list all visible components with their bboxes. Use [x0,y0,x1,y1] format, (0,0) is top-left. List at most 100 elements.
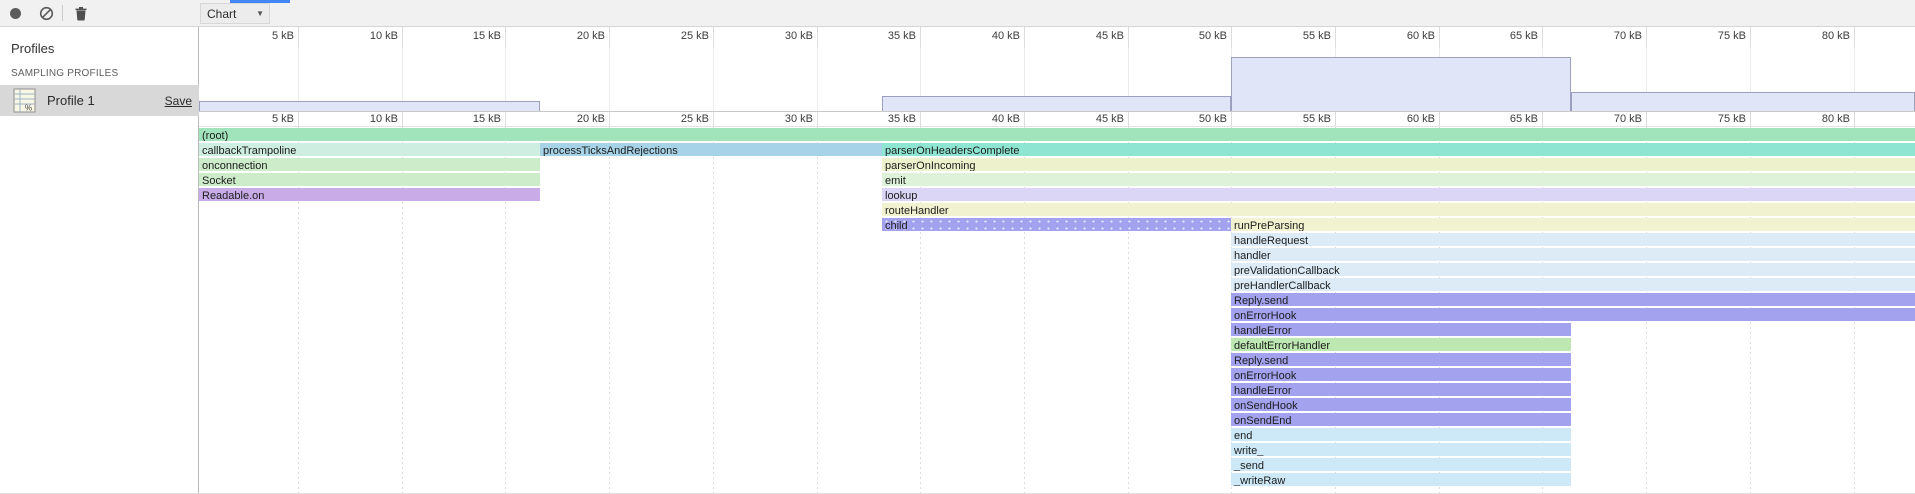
flame-bar-label: write_ [1231,445,1263,456]
ruler-gridline [1750,27,1751,48]
save-link[interactable]: Save [165,94,192,108]
flame-bar-socket[interactable]: Socket [199,173,540,186]
flame-bar-write[interactable]: write_ [1231,443,1571,456]
flame-bar-readable-on[interactable]: Readable.on [199,188,540,201]
ruler-gridline [1646,27,1647,48]
ruler-tick-label: 75 kB [1690,113,1746,125]
flame-bar-root[interactable]: (root) [199,128,1915,141]
flame-bar-label: Socket [199,175,236,186]
flame-bar-callbacktrampoline[interactable]: callbackTrampoline [199,143,540,156]
flame-bar-parseronincoming[interactable]: parserOnIncoming [882,158,1915,171]
flame-bar-reply-send[interactable]: Reply.send [1231,353,1571,366]
ruler-gridline [1128,27,1129,48]
flame-bar-end[interactable]: end [1231,428,1571,441]
flame-bar-label: preHandlerCallback [1231,280,1331,291]
ruler-gridline [1646,112,1647,126]
flame-bar-onsendhook[interactable]: onSendHook [1231,398,1571,411]
trash-icon[interactable] [72,5,89,22]
ruler-tick-label: 70 kB [1586,113,1642,125]
flame-bar-label: handleError [1231,385,1291,396]
flame-gridline [713,127,714,493]
ruler-tick-label: 30 kB [757,30,813,42]
flame-bar-label: routeHandler [882,205,949,216]
view-mode-select[interactable]: Chart ▼ [200,3,270,24]
ruler-tick-label: 65 kB [1482,113,1538,125]
flame-bar-child[interactable]: child [882,218,1231,231]
overview-step[interactable] [1571,92,1915,111]
ruler-gridline [298,112,299,126]
overview-step[interactable] [882,96,1231,111]
flame-bar-label: onSendHook [1231,400,1298,411]
ruler-tick-label: 55 kB [1275,113,1331,125]
ruler-gridline [1335,112,1336,126]
ruler-tick-label: 40 kB [964,30,1020,42]
flame-bar-runpreparsing[interactable]: runPreParsing [1231,218,1915,231]
flame-bar-label: parserOnHeadersComplete [882,145,1020,156]
ruler-tick-label: 25 kB [653,30,709,42]
ruler-tick-label: 5 kB [238,113,294,125]
clear-icon[interactable] [38,5,55,22]
flame-bar-handleerror[interactable]: handleError [1231,323,1571,336]
flame-bar-label: _send [1231,460,1264,471]
memory-ruler-top: 5 kB10 kB15 kB20 kB25 kB30 kB35 kB40 kB4… [199,27,1915,48]
flame-bar-reply-send[interactable]: Reply.send [1231,293,1915,306]
overview-step[interactable] [199,101,540,111]
ruler-gridline [1335,27,1336,48]
sidebar-title: Profiles [11,41,54,56]
flame-bar-handlerequest[interactable]: handleRequest [1231,233,1915,246]
flame-bar-label: Readable.on [199,190,264,201]
overview-gridline [609,48,610,111]
flame-bar-handler[interactable]: handler [1231,248,1915,261]
profile-item[interactable]: % Profile 1 Save [0,85,199,116]
flame-bar-prevalidationcallback[interactable]: preValidationCallback [1231,263,1915,276]
overview-step[interactable] [1231,57,1571,111]
flame-bar-prehandlercallback[interactable]: preHandlerCallback [1231,278,1915,291]
flame-bar-label: processTicksAndRejections [540,145,678,156]
flame-bar-routehandler[interactable]: routeHandler [882,203,1915,216]
ruler-tick-label: 80 kB [1794,113,1850,125]
overview-gridline [817,48,818,111]
flame-bar-onerrorhook[interactable]: onErrorHook [1231,308,1915,321]
profiler-window: Chart ▼ Profiles SAMPLING PROFILES % Pro… [0,0,1915,494]
ruler-gridline [1542,112,1543,126]
toolbar: Chart ▼ [0,0,1915,27]
ruler-tick-label: 15 kB [445,113,501,125]
ruler-gridline [817,112,818,126]
ruler-tick-label: 50 kB [1171,30,1227,42]
ruler-tick-label: 60 kB [1379,113,1435,125]
flame-bar-label: onErrorHook [1231,370,1296,381]
flame-chart-pane: 5 kB10 kB15 kB20 kB25 kB30 kB35 kB40 kB4… [199,27,1915,493]
ruler-gridline [609,27,610,48]
ruler-tick-label: 10 kB [342,30,398,42]
record-icon[interactable] [7,5,24,22]
toolbar-separator [62,5,63,21]
flame-bar-parseronheaderscomplete[interactable]: parserOnHeadersComplete [882,143,1915,156]
flame-bar-onsendend[interactable]: onSendEnd [1231,413,1571,426]
ruler-gridline [1128,112,1129,126]
ruler-tick-label: 25 kB [653,113,709,125]
allocation-overview[interactable] [199,48,1915,112]
ruler-gridline [1750,112,1751,126]
flame-bar-processticksandrejections[interactable]: processTicksAndRejections [540,143,882,156]
flame-bar-defaulterrorhandler[interactable]: defaultErrorHandler [1231,338,1571,351]
flame-bar-label: onconnection [199,160,267,171]
flame-bar-label: runPreParsing [1231,220,1304,231]
flame-bar-handleerror[interactable]: handleError [1231,383,1571,396]
flame-bar-label: onErrorHook [1231,310,1296,321]
flame-bar-onerrorhook[interactable]: onErrorHook [1231,368,1571,381]
ruler-gridline [920,112,921,126]
ruler-gridline [298,27,299,48]
sidebar: Profiles SAMPLING PROFILES % Profile 1 S… [0,27,199,493]
ruler-tick-label: 35 kB [860,30,916,42]
flame-bar-lookup[interactable]: lookup [882,188,1915,201]
flame-bar-send[interactable]: _send [1231,458,1571,471]
flame-bar-writeraw[interactable]: _writeRaw [1231,473,1571,486]
ruler-tick-label: 45 kB [1068,30,1124,42]
flame-bar-label: parserOnIncoming [882,160,976,171]
flame-bar-emit[interactable]: emit [882,173,1915,186]
flame-bar-onconnection[interactable]: onconnection [199,158,540,171]
ruler-tick-label: 65 kB [1482,30,1538,42]
ruler-tick-label: 35 kB [860,113,916,125]
chevron-down-icon: ▼ [256,9,264,18]
flame-bar-label: Reply.send [1231,355,1288,366]
